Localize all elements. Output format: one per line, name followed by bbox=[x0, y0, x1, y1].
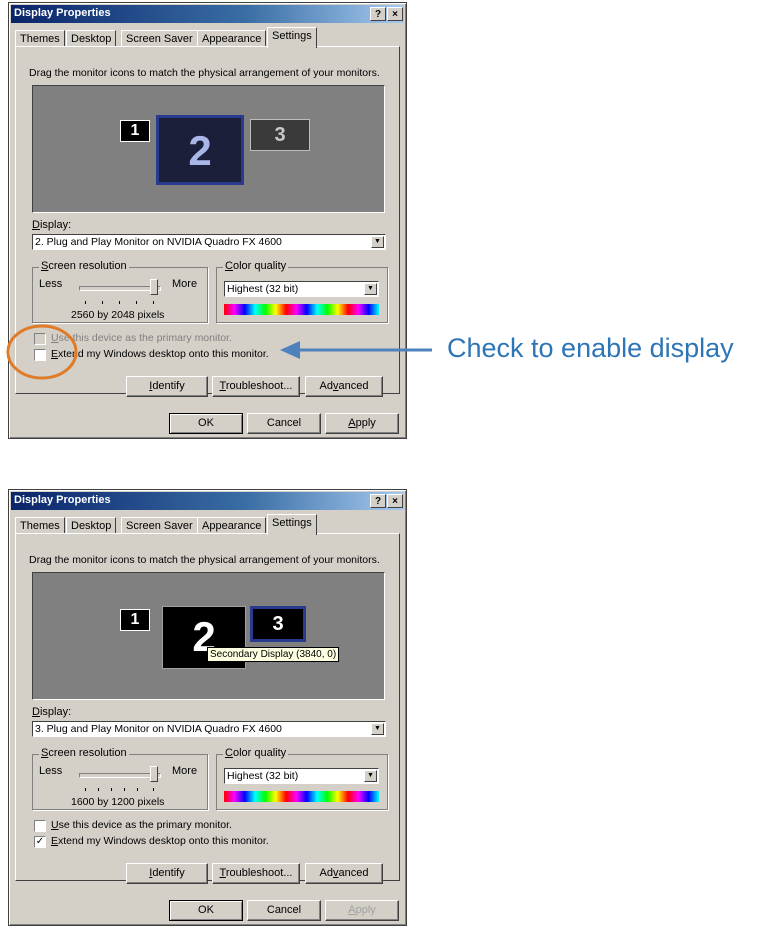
primary-monitor-checkbox[interactable] bbox=[34, 820, 46, 832]
tab-settings[interactable]: Settings bbox=[267, 514, 317, 535]
slider-tick bbox=[153, 788, 154, 791]
slider-tick bbox=[85, 788, 86, 791]
tab-appearance[interactable]: Appearance bbox=[197, 30, 267, 47]
identify-button[interactable]: Identify bbox=[126, 376, 208, 397]
resolution-value: 1600 by 1200 pixels bbox=[71, 796, 165, 808]
color-spectrum-bar bbox=[224, 304, 379, 315]
tab-appearance[interactable]: Appearance bbox=[197, 517, 267, 534]
tab-screen-saver[interactable]: Screen Saver bbox=[121, 517, 198, 534]
tab-strip: Themes Desktop Screen Saver Appearance S… bbox=[15, 514, 400, 535]
monitor-3-number: 3 bbox=[272, 613, 284, 635]
slider-tick bbox=[136, 301, 137, 304]
resolution-slider-thumb[interactable] bbox=[150, 279, 158, 295]
instruction-text: Drag the monitor icons to match the phys… bbox=[29, 67, 380, 79]
help-button[interactable]: ? bbox=[370, 494, 386, 508]
more-label: More bbox=[172, 278, 198, 290]
dialog-title: Display Properties bbox=[14, 7, 111, 19]
primary-monitor-label: Use this device as the primary monitor. bbox=[51, 332, 232, 344]
extend-desktop-checkbox[interactable]: ✓ bbox=[34, 836, 46, 848]
tab-desktop[interactable]: Desktop bbox=[66, 30, 117, 47]
primary-monitor-checkbox[interactable] bbox=[34, 333, 46, 345]
apply-button[interactable]: Apply bbox=[325, 413, 399, 434]
extend-desktop-label[interactable]: Extend my Windows desktop onto this moni… bbox=[51, 348, 269, 360]
chevron-down-icon[interactable]: ▼ bbox=[364, 283, 377, 295]
identify-button[interactable]: Identify bbox=[126, 863, 208, 884]
primary-monitor-label[interactable]: Use this device as the primary monitor. bbox=[51, 819, 232, 831]
display-select-value: 2. Plug and Play Monitor on NVIDIA Quadr… bbox=[35, 236, 282, 248]
close-button[interactable]: × bbox=[387, 7, 403, 21]
monitor-3[interactable]: 3 bbox=[250, 119, 310, 151]
extend-desktop-label[interactable]: Extend my Windows desktop onto this moni… bbox=[51, 835, 269, 847]
tab-themes[interactable]: Themes bbox=[15, 517, 65, 534]
annotation-text: Check to enable display bbox=[447, 333, 734, 363]
resolution-slider-thumb[interactable] bbox=[150, 766, 158, 782]
tab-themes[interactable]: Themes bbox=[15, 30, 65, 47]
display-label: Display: bbox=[32, 706, 72, 718]
cancel-button[interactable]: Cancel bbox=[247, 900, 321, 921]
close-button[interactable]: × bbox=[387, 494, 403, 508]
color-spectrum-bar bbox=[224, 791, 379, 802]
tab-desktop[interactable]: Desktop bbox=[66, 517, 117, 534]
title-bar: Display Properties ? × bbox=[11, 492, 404, 510]
dialog-title: Display Properties bbox=[14, 494, 111, 506]
monitor-1[interactable]: 1 bbox=[120, 609, 150, 631]
slider-tick bbox=[98, 788, 99, 791]
monitor-tooltip: Secondary Display (3840, 0) bbox=[207, 647, 340, 662]
monitor-1-number: 1 bbox=[130, 122, 140, 139]
display-select[interactable]: 3. Plug and Play Monitor on NVIDIA Quadr… bbox=[32, 721, 386, 737]
slider-tick bbox=[153, 301, 154, 304]
instruction-text: Drag the monitor icons to match the phys… bbox=[29, 554, 380, 566]
troubleshoot-button[interactable]: Troubleshoot... bbox=[212, 863, 300, 884]
monitor-3-number: 3 bbox=[274, 124, 286, 146]
ok-button[interactable]: OK bbox=[169, 413, 243, 434]
monitor-1-number: 1 bbox=[130, 611, 140, 628]
chevron-down-icon[interactable]: ▼ bbox=[371, 723, 384, 735]
chevron-down-icon[interactable]: ▼ bbox=[364, 770, 377, 782]
resolution-value: 2560 by 2048 pixels bbox=[71, 309, 165, 321]
monitor-2-number: 2 bbox=[188, 127, 212, 174]
ok-button[interactable]: OK bbox=[169, 900, 243, 921]
monitor-arrangement-area[interactable]: 1 2 3 bbox=[32, 85, 385, 213]
color-quality-value: Highest (32 bit) bbox=[227, 770, 299, 782]
troubleshoot-button[interactable]: Troubleshoot... bbox=[212, 376, 300, 397]
more-label: More bbox=[172, 765, 198, 777]
tab-screen-saver[interactable]: Screen Saver bbox=[121, 30, 198, 47]
resolution-slider-track bbox=[79, 773, 161, 778]
color-quality-value: Highest (32 bit) bbox=[227, 283, 299, 295]
color-quality-title: Color quality bbox=[223, 747, 289, 759]
screen-resolution-title: Screen resolution bbox=[39, 747, 129, 759]
display-select[interactable]: 2. Plug and Play Monitor on NVIDIA Quadr… bbox=[32, 234, 386, 250]
color-quality-title: Color quality bbox=[223, 260, 289, 272]
monitor-1[interactable]: 1 bbox=[120, 120, 150, 142]
slider-tick bbox=[102, 301, 103, 304]
less-label: Less bbox=[39, 765, 63, 777]
title-bar: Display Properties ? × bbox=[11, 5, 404, 23]
screen-resolution-title: Screen resolution bbox=[39, 260, 129, 272]
advanced-button[interactable]: Advanced bbox=[305, 863, 383, 884]
monitor-arrangement-area[interactable]: 1 2 3 Secondary Display (3840, 0) bbox=[32, 572, 385, 700]
slider-tick bbox=[124, 788, 125, 791]
tab-settings[interactable]: Settings bbox=[267, 27, 317, 48]
monitor-3[interactable]: 3 bbox=[250, 606, 306, 642]
apply-button[interactable]: Apply bbox=[325, 900, 399, 921]
display-label: Display: bbox=[32, 219, 72, 231]
color-quality-select[interactable]: Highest (32 bit) ▼ bbox=[224, 281, 379, 297]
display-properties-dialog-bottom: Display Properties ? × Themes Desktop Sc… bbox=[8, 489, 407, 926]
slider-tick bbox=[137, 788, 138, 791]
cancel-button[interactable]: Cancel bbox=[247, 413, 321, 434]
slider-tick bbox=[111, 788, 112, 791]
advanced-button[interactable]: Advanced bbox=[305, 376, 383, 397]
monitor-2[interactable]: 2 bbox=[156, 115, 244, 185]
slider-tick bbox=[85, 301, 86, 304]
less-label: Less bbox=[39, 278, 63, 290]
chevron-down-icon[interactable]: ▼ bbox=[371, 236, 384, 248]
display-properties-dialog-top: Display Properties ? × Themes Desktop Sc… bbox=[8, 2, 407, 439]
slider-tick bbox=[119, 301, 120, 304]
extend-desktop-checkbox[interactable] bbox=[34, 349, 46, 361]
tab-strip: Themes Desktop Screen Saver Appearance S… bbox=[15, 27, 400, 48]
display-select-value: 3. Plug and Play Monitor on NVIDIA Quadr… bbox=[35, 723, 282, 735]
resolution-slider-track bbox=[79, 286, 161, 291]
color-quality-select[interactable]: Highest (32 bit) ▼ bbox=[224, 768, 379, 784]
help-button[interactable]: ? bbox=[370, 7, 386, 21]
